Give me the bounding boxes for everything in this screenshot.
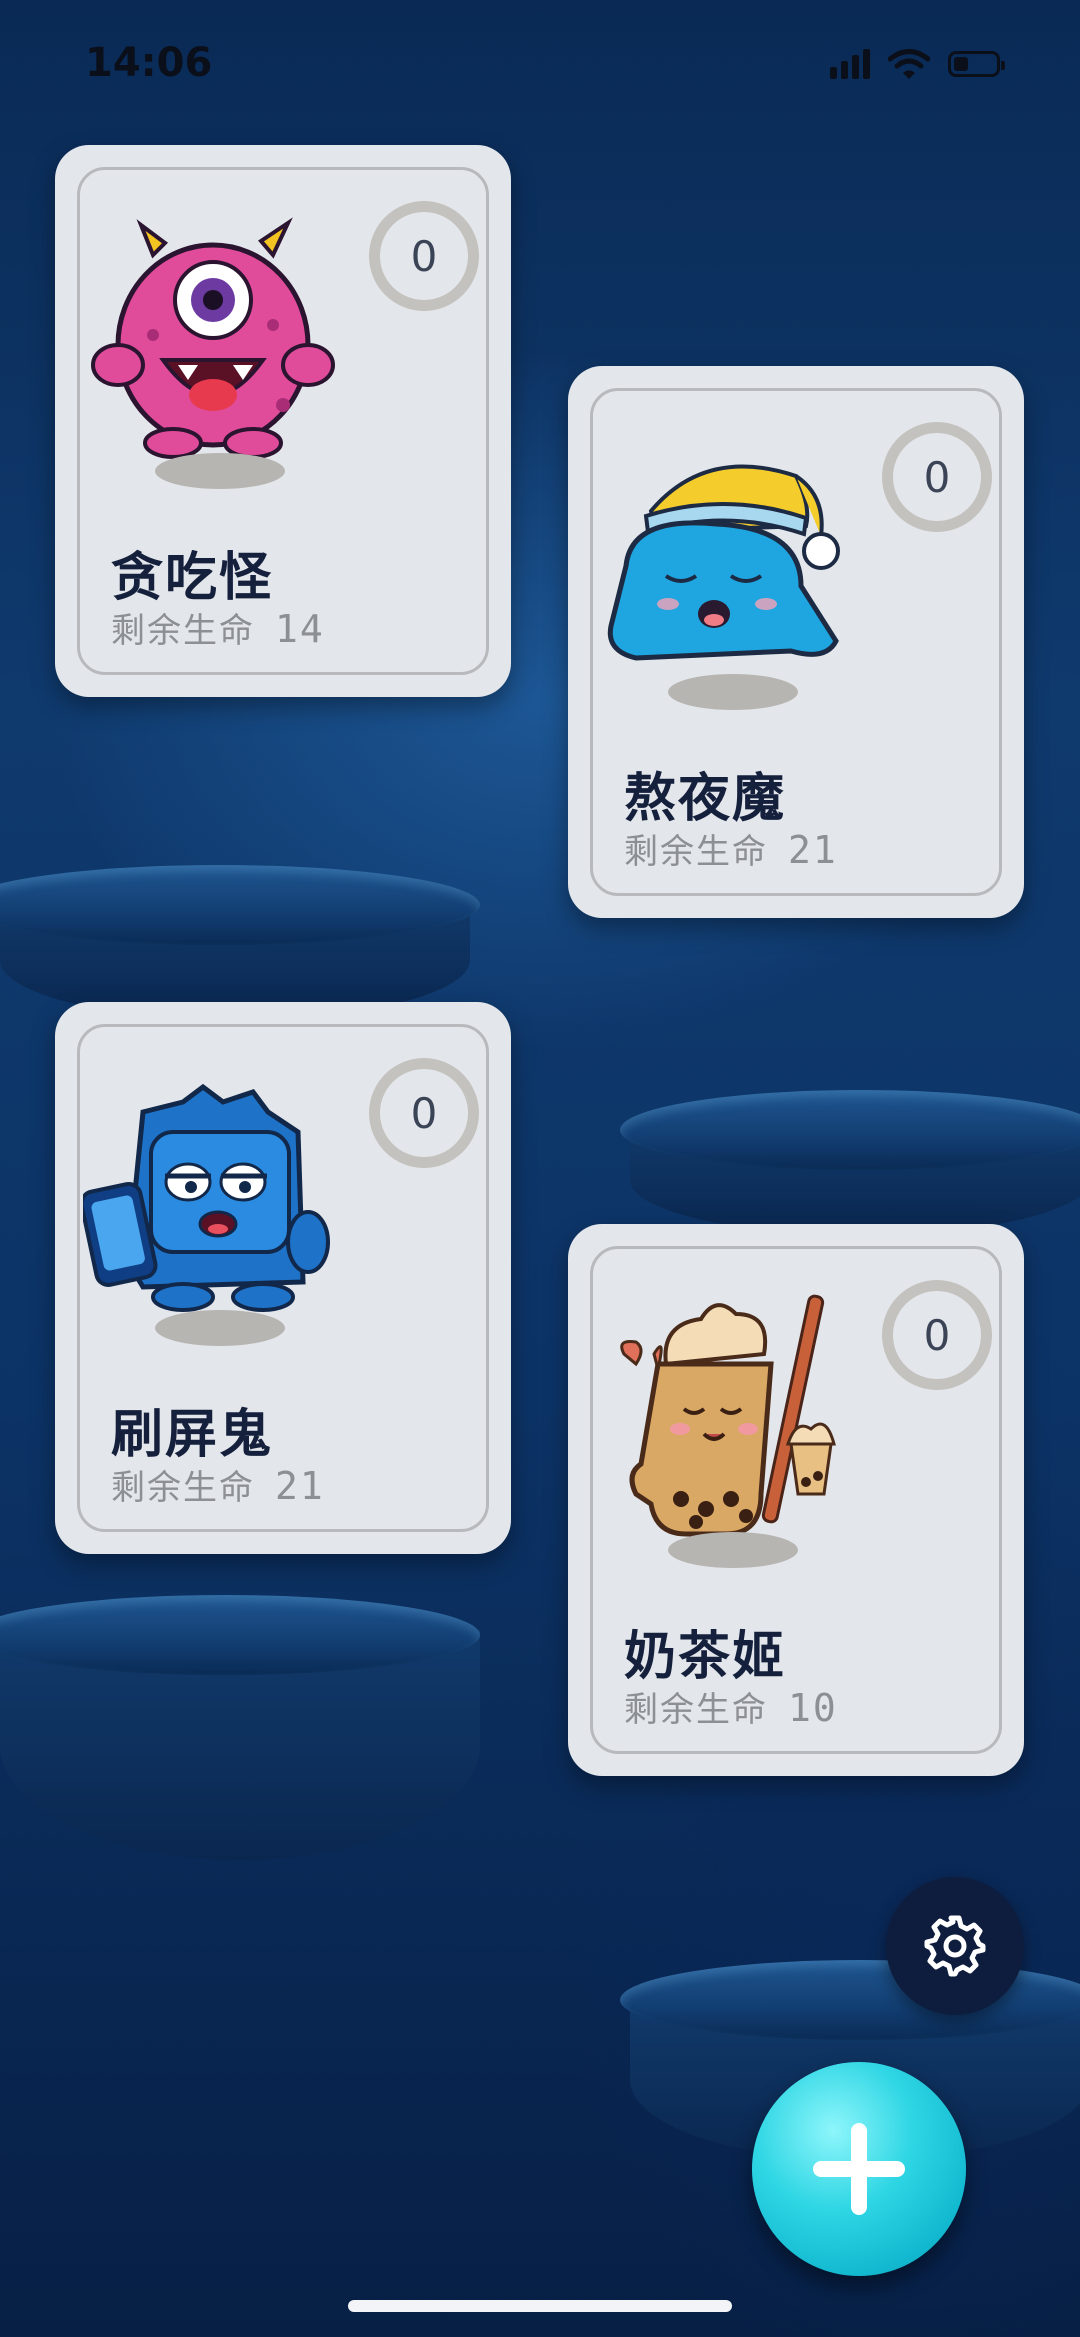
life-value: 14 <box>275 607 325 651</box>
life-label: 剩余生命 <box>111 1468 255 1508</box>
count-badge: 0 <box>882 1280 992 1390</box>
life-value: 21 <box>275 1464 325 1508</box>
sleepy-blue-blob-icon <box>607 464 840 661</box>
settings-button[interactable] <box>886 1877 1024 2015</box>
add-monster-button[interactable] <box>752 2062 966 2276</box>
monster-name: 刷屏鬼 <box>111 1405 274 1465</box>
mascot-shadow <box>668 1532 798 1568</box>
status-bar: 14:06 <box>0 0 1080 130</box>
monster-card[interactable]: 0 奶茶姬 剩余生命 10 <box>568 1224 1024 1776</box>
status-icons <box>830 48 1005 80</box>
life-value: 21 <box>788 828 838 872</box>
count-badge: 0 <box>369 201 479 311</box>
phone-box-monster-icon <box>83 1083 330 1312</box>
life-value: 10 <box>788 1686 838 1730</box>
count-badge: 0 <box>882 422 992 532</box>
signal-bars-icon <box>830 49 870 79</box>
bg-platform-right <box>620 1090 1080 1170</box>
life-label: 剩余生命 <box>624 1690 768 1730</box>
monster-name: 熬夜魔 <box>624 769 787 829</box>
status-time: 14:06 <box>85 40 213 86</box>
home-indicator[interactable] <box>348 2300 732 2312</box>
monster-name: 奶茶姬 <box>624 1627 787 1687</box>
monster-card[interactable]: 0 刷屏鬼 剩余生命 21 <box>55 1002 511 1554</box>
life-remaining: 剩余生命 10 <box>624 1682 838 1731</box>
life-remaining: 剩余生命 14 <box>111 603 325 652</box>
pink-cyclops-monster-icon <box>91 217 335 459</box>
mascot-shadow <box>155 1310 285 1346</box>
life-remaining: 剩余生命 21 <box>624 824 838 873</box>
count-badge: 0 <box>369 1058 479 1168</box>
wifi-icon <box>888 49 930 79</box>
plus-icon <box>813 2123 905 2215</box>
milk-tea-girl-icon <box>620 1294 836 1537</box>
monster-card[interactable]: 0 贪吃怪 剩余生命 14 <box>55 145 511 697</box>
life-remaining: 剩余生命 21 <box>111 1460 325 1509</box>
mascot-shadow <box>668 674 798 710</box>
battery-icon <box>948 51 1005 77</box>
mascot-shadow <box>155 453 285 489</box>
monster-card[interactable]: 0 熬夜魔 剩余生命 21 <box>568 366 1024 918</box>
life-label: 剩余生命 <box>111 611 255 651</box>
life-label: 剩余生命 <box>624 832 768 872</box>
monster-name: 贪吃怪 <box>111 548 274 608</box>
gear-icon <box>924 1915 986 1977</box>
